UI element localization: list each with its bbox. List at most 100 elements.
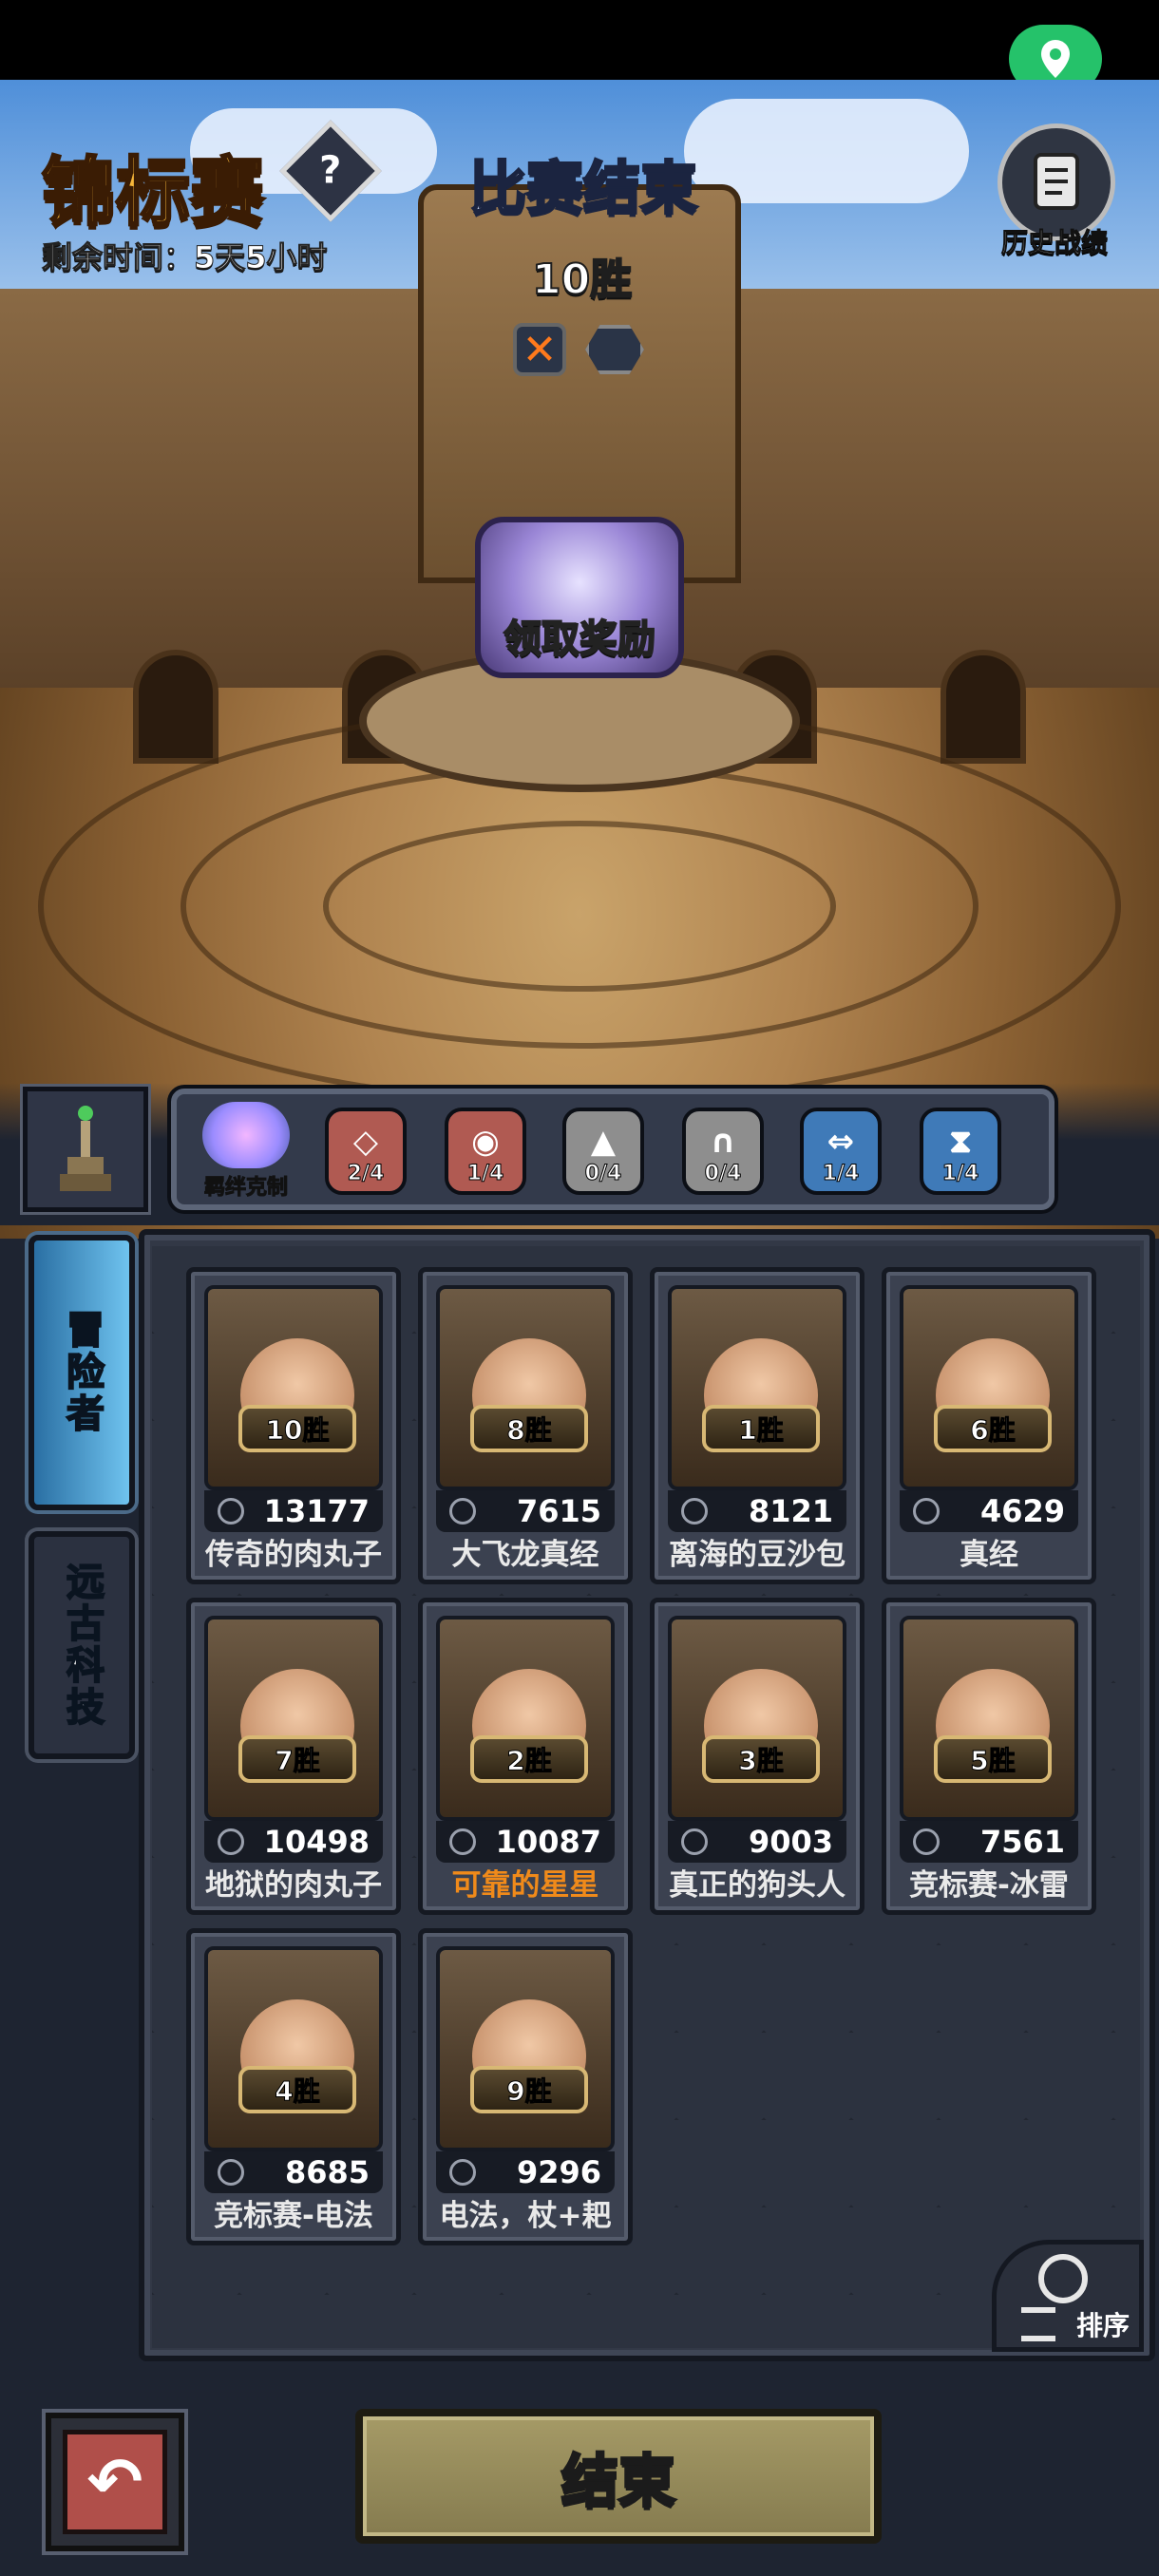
hero-name: 竞标赛-电法 bbox=[214, 2199, 373, 2233]
power-icon bbox=[449, 2159, 476, 2186]
tower-icon bbox=[60, 1106, 111, 1191]
hero-power-row: 10498 bbox=[204, 1821, 383, 1863]
hero-card[interactable]: 7胜 10498 地狱的肉丸子 bbox=[186, 1598, 401, 1915]
hero-power: 9003 bbox=[748, 1824, 833, 1860]
hero-power: 8121 bbox=[748, 1493, 833, 1529]
back-button[interactable]: ↶ bbox=[46, 2413, 184, 2551]
hero-name: 传奇的肉丸子 bbox=[205, 1538, 382, 1572]
sort-label: 排序 bbox=[1076, 2310, 1130, 2341]
hero-portrait bbox=[900, 1616, 1078, 1821]
hero-card[interactable]: 8胜 7615 大飞龙真经 bbox=[418, 1267, 633, 1584]
hero-portrait bbox=[204, 1946, 383, 2151]
tab-adventurer-label: 冒险者 bbox=[59, 1309, 104, 1436]
hero-power: 7561 bbox=[979, 1824, 1065, 1860]
hero-name: 真正的狗头人 bbox=[669, 1868, 846, 1903]
arch bbox=[133, 650, 218, 764]
hero-power: 8685 bbox=[284, 2154, 370, 2190]
ancient-tech-button[interactable] bbox=[20, 1084, 151, 1215]
power-icon bbox=[913, 1498, 940, 1525]
spikes-icon: ▲ bbox=[590, 1123, 617, 1161]
power-icon bbox=[913, 1828, 940, 1855]
hero-wins-badge: 7胜 bbox=[238, 1735, 356, 1783]
floor-ring bbox=[323, 821, 836, 992]
history-label: 历史战绩 bbox=[1000, 227, 1109, 259]
hero-power-row: 8121 bbox=[668, 1490, 846, 1532]
hero-power-row: 8685 bbox=[204, 2151, 383, 2193]
horseshoe-icon: ∩ bbox=[710, 1123, 736, 1161]
hero-name: 大飞龙真经 bbox=[451, 1538, 599, 1572]
hero-power-row: 10087 bbox=[436, 1821, 615, 1863]
tab-ancient-tech-label: 远古科技 bbox=[59, 1561, 104, 1730]
bond-count: 1/4 bbox=[822, 1162, 860, 1186]
tab-ancient-tech[interactable]: 远古科技 bbox=[28, 1531, 135, 1759]
hero-name: 竞标赛-冰雷 bbox=[909, 1868, 1069, 1903]
remaining-time: 剩余时间：5天5小时 bbox=[42, 239, 329, 276]
bond-badge[interactable]: ∩ 0/4 bbox=[682, 1108, 764, 1195]
hero-portrait bbox=[204, 1616, 383, 1821]
loss-mark-icon: ✕ bbox=[513, 323, 566, 376]
hero-wins-badge: 9胜 bbox=[470, 2066, 588, 2113]
hero-portrait bbox=[436, 1616, 615, 1821]
hero-name: 离海的豆沙包 bbox=[669, 1538, 846, 1572]
hero-card[interactable]: 6胜 4629 真经 bbox=[882, 1267, 1096, 1584]
bond-icon bbox=[202, 1102, 290, 1168]
hero-wins-badge: 8胜 bbox=[470, 1405, 588, 1452]
hero-wins-badge: 1胜 bbox=[702, 1405, 820, 1452]
hero-portrait bbox=[436, 1285, 615, 1490]
hero-wins-badge: 6胜 bbox=[934, 1405, 1052, 1452]
end-button-label: 结束 bbox=[560, 2447, 677, 2516]
hero-wins-badge: 5胜 bbox=[934, 1735, 1052, 1783]
hero-power: 13177 bbox=[263, 1493, 370, 1529]
bond-label: 羁绊克制 bbox=[203, 1176, 288, 1201]
hero-power-row: 9003 bbox=[668, 1821, 846, 1863]
back-arrow-icon: ↶ bbox=[63, 2430, 167, 2534]
hero-power: 10498 bbox=[263, 1824, 370, 1860]
tab-adventurer[interactable]: 冒险者 bbox=[28, 1235, 135, 1510]
bond-badge[interactable]: ⧗ 1/4 bbox=[920, 1108, 1001, 1195]
hero-wins-badge: 10胜 bbox=[238, 1405, 356, 1452]
bond-badge[interactable]: ◇ 2/4 bbox=[325, 1108, 407, 1195]
power-icon bbox=[218, 1828, 244, 1855]
hero-card[interactable]: 3胜 9003 真正的狗头人 bbox=[650, 1598, 864, 1915]
end-button[interactable]: 结束 bbox=[355, 2409, 882, 2544]
hero-card[interactable]: 10胜 13177 传奇的肉丸子 bbox=[186, 1267, 401, 1584]
location-pin-icon bbox=[1041, 40, 1070, 78]
hero-card[interactable]: 9胜 9296 电法，杖+耙 bbox=[418, 1928, 633, 2245]
bond-count: 1/4 bbox=[466, 1162, 504, 1186]
bond-badge[interactable]: ▲ 0/4 bbox=[562, 1108, 644, 1195]
hero-name: 地狱的肉丸子 bbox=[205, 1868, 382, 1903]
power-icon bbox=[449, 1828, 476, 1855]
hero-card[interactable]: 2胜 10087 可靠的星星 bbox=[418, 1598, 633, 1915]
bond-count: 2/4 bbox=[347, 1162, 385, 1186]
hero-wins-badge: 3胜 bbox=[702, 1735, 820, 1783]
hero-power: 10087 bbox=[495, 1824, 601, 1860]
magnifier-icon bbox=[1038, 2254, 1088, 2303]
power-icon bbox=[681, 1828, 708, 1855]
hero-wins-badge: 4胜 bbox=[238, 2066, 356, 2113]
hero-power-row: 4629 bbox=[900, 1490, 1078, 1532]
hero-portrait bbox=[668, 1616, 846, 1821]
status-bar bbox=[0, 0, 1159, 80]
eye-icon: ◉ bbox=[471, 1123, 500, 1161]
hero-portrait bbox=[668, 1285, 846, 1490]
hero-power-row: 9296 bbox=[436, 2151, 615, 2193]
bond-badge[interactable]: ◉ 1/4 bbox=[445, 1108, 526, 1195]
power-icon bbox=[218, 2159, 244, 2186]
hero-wins-badge: 2胜 bbox=[470, 1735, 588, 1783]
arrows-icon: ⇔ bbox=[826, 1123, 855, 1161]
bond-count: 0/4 bbox=[584, 1162, 622, 1186]
hero-power: 9296 bbox=[516, 2154, 601, 2190]
bond-badge[interactable]: ⇔ 1/4 bbox=[800, 1108, 882, 1195]
bond-counter-button[interactable]: 羁绊克制 bbox=[190, 1102, 302, 1206]
page-title: 锦标赛 bbox=[40, 149, 265, 237]
hero-card[interactable]: 4胜 8685 竞标赛-电法 bbox=[186, 1928, 401, 2245]
hero-card[interactable]: 5胜 7561 竞标赛-冰雷 bbox=[882, 1598, 1096, 1915]
hero-power-row: 7615 bbox=[436, 1490, 615, 1532]
hourglass-icon: ⧗ bbox=[949, 1123, 972, 1161]
sort-button[interactable]: 排序 bbox=[992, 2240, 1144, 2352]
match-status: 比赛结束 bbox=[468, 155, 699, 224]
hero-card[interactable]: 1胜 8121 离海的豆沙包 bbox=[650, 1267, 864, 1584]
hero-portrait bbox=[204, 1285, 383, 1490]
claim-reward-button[interactable]: 领取奖励 bbox=[503, 608, 656, 663]
hero-power-row: 13177 bbox=[204, 1490, 383, 1532]
